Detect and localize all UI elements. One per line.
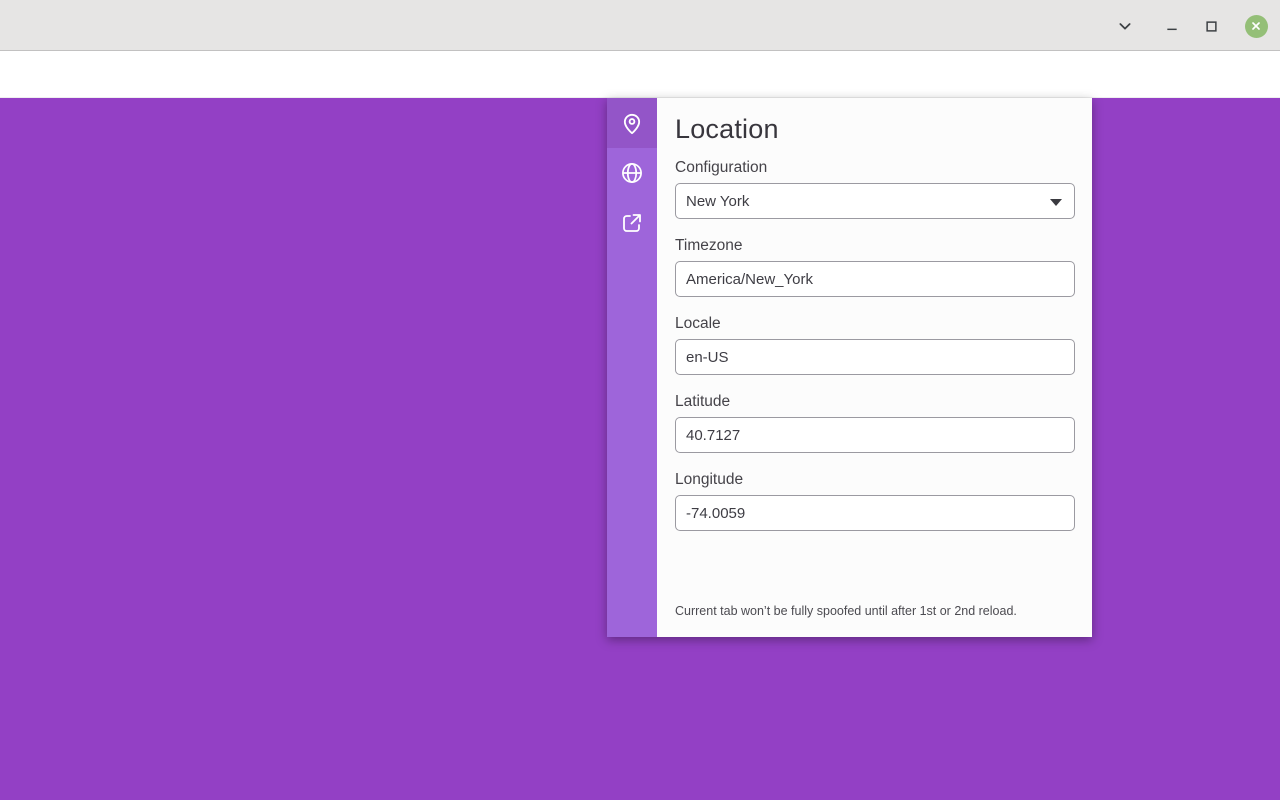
latitude-label: Latitude (675, 393, 1075, 411)
sidebar-item-browser[interactable] (607, 148, 657, 198)
latitude-input[interactable] (675, 417, 1075, 453)
globe-icon (619, 160, 645, 186)
maximize-icon (1204, 19, 1219, 34)
popup-sidebar (607, 98, 657, 637)
configuration-select[interactable]: New York (675, 183, 1075, 219)
configuration-label: Configuration (675, 159, 1075, 177)
titlebar (0, 0, 1280, 51)
reload-note: Current tab won’t be fully spoofed until… (675, 604, 1017, 618)
longitude-input[interactable] (675, 495, 1075, 531)
timezone-input[interactable] (675, 261, 1075, 297)
maximize-button[interactable] (1198, 13, 1224, 39)
sidebar-item-location[interactable] (607, 98, 657, 148)
timezone-label: Timezone (675, 237, 1075, 255)
select-caret-icon (1050, 199, 1062, 206)
longitude-label: Longitude (675, 471, 1075, 489)
popup-content: Location Configuration New York Timezone… (657, 98, 1092, 637)
chevron-down-icon (1117, 18, 1133, 34)
minimize-icon (1164, 18, 1180, 34)
browser-toolbar (0, 52, 1280, 98)
location-pin-icon (619, 110, 645, 136)
close-icon (1245, 15, 1268, 38)
close-button[interactable] (1243, 13, 1269, 39)
vytal-popup: Location Configuration New York Timezone… (607, 98, 1092, 637)
minimize-button[interactable] (1159, 13, 1185, 39)
popup-title: Location (675, 114, 1075, 145)
sidebar-item-external-link[interactable] (607, 198, 657, 248)
configuration-selected-value: New York (686, 193, 749, 210)
locale-label: Locale (675, 315, 1075, 333)
window-chevron-button[interactable] (1112, 13, 1138, 39)
external-link-icon (620, 211, 644, 235)
locale-input[interactable] (675, 339, 1075, 375)
